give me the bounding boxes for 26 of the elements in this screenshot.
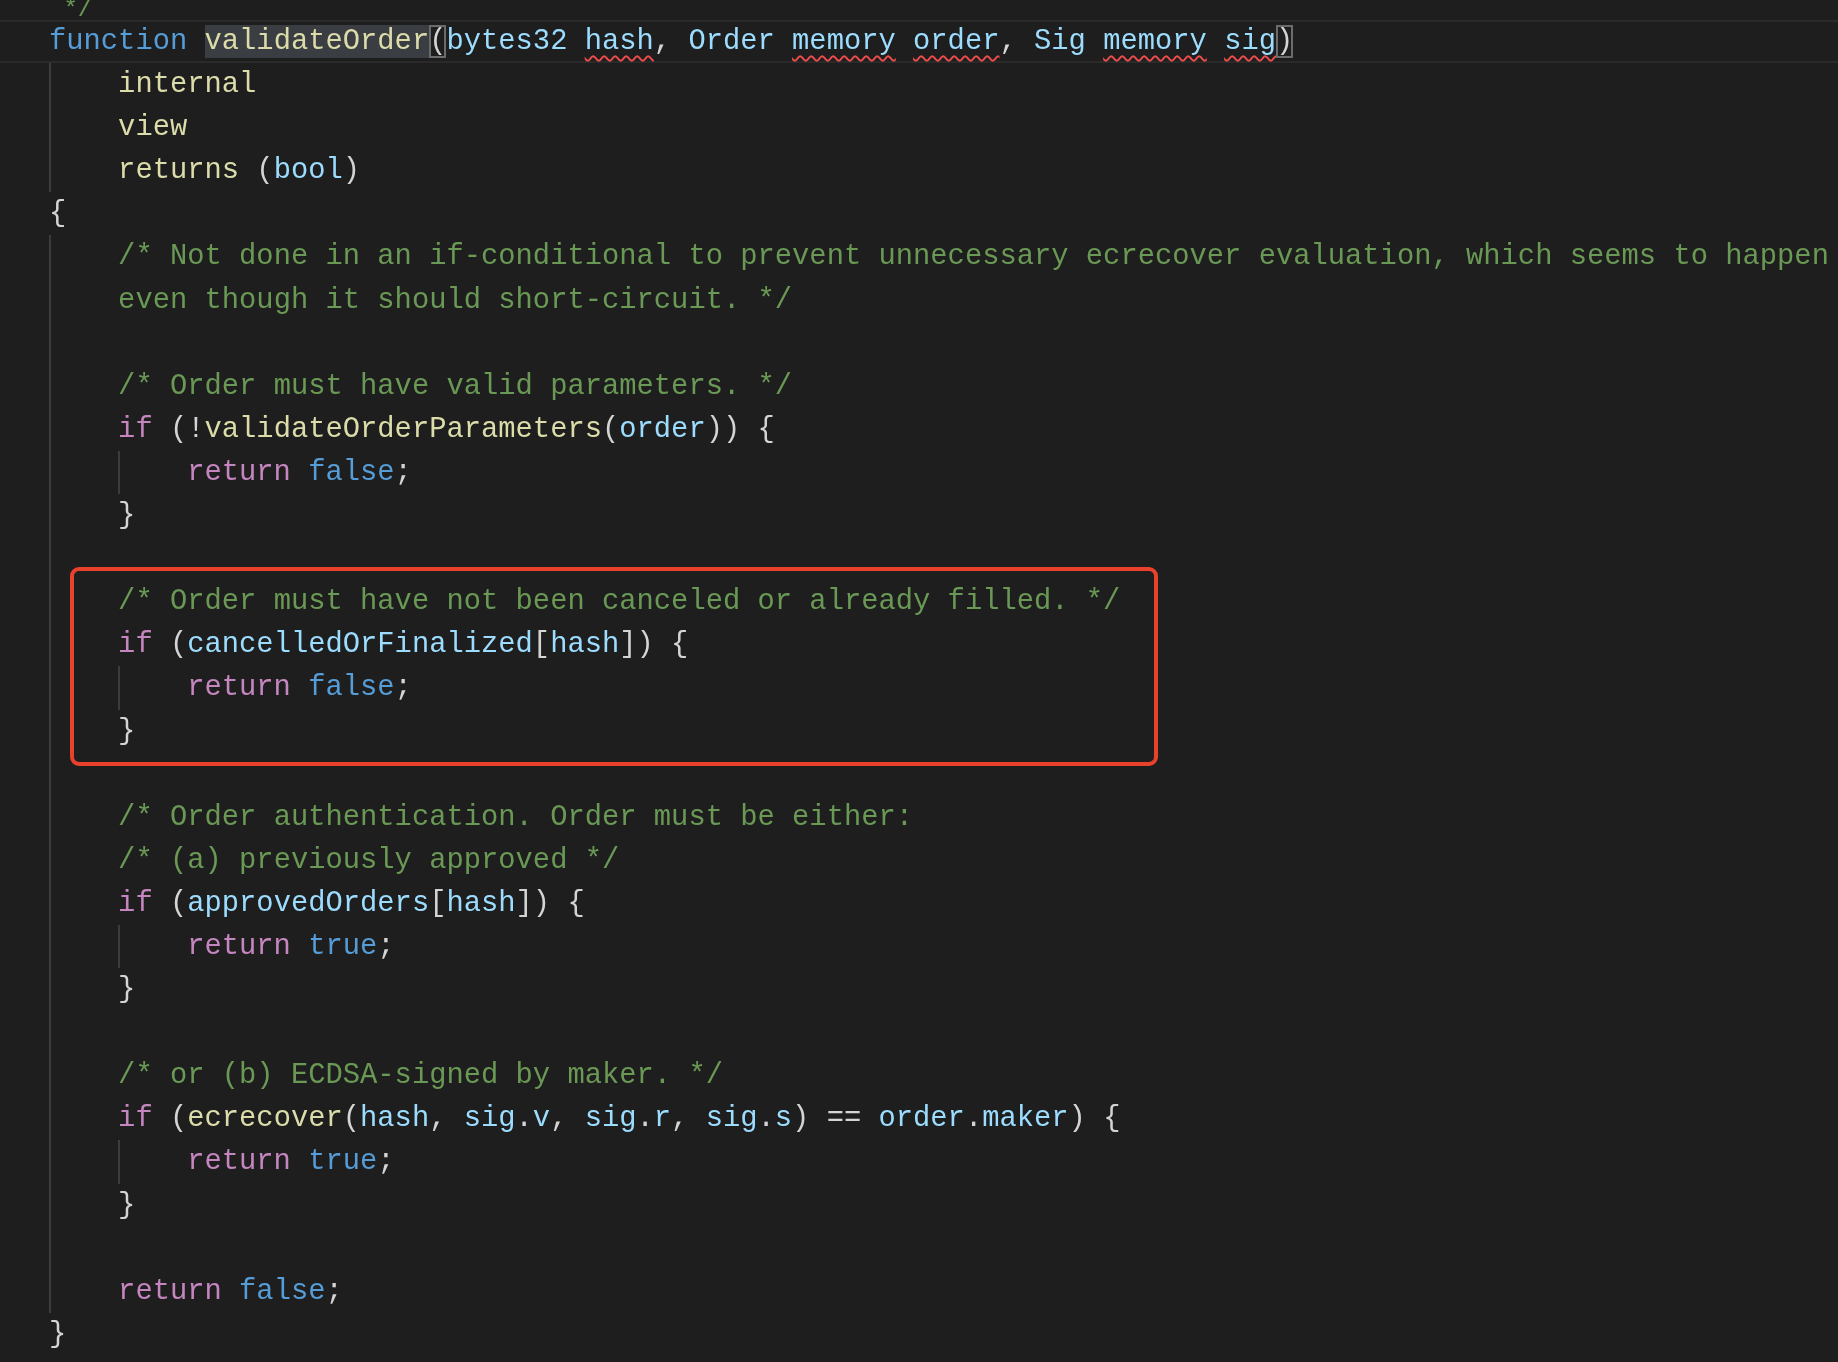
code-line: view — [118, 110, 188, 147]
code-line: return false; — [187, 454, 412, 491]
code-line: if (ecrecover(hash, sig.v, sig.r, sig.s) == order.maker) { — [118, 1101, 1121, 1138]
code-line: } — [118, 713, 136, 750]
code-line: if (cancelledOrFinalized[hash]) { — [118, 627, 689, 664]
code-line: /* Order must have valid parameters. */ — [118, 368, 793, 405]
code-line: /* Order must have not been canceled or already filled. */ — [118, 584, 1121, 621]
code-line: if (!validateOrderParameters(order)) { — [118, 411, 775, 448]
code-line: return true; — [187, 1144, 395, 1181]
code-line: return true; — [187, 928, 395, 965]
code-line: internal — [118, 67, 257, 104]
code-line: /* Order authentication. Order must be either: — [118, 799, 914, 836]
code-line: } — [118, 972, 136, 1009]
code-line: } — [49, 1316, 67, 1353]
code-line: return false; — [118, 1273, 343, 1310]
code-line: returns (bool) — [118, 153, 361, 190]
code-line: { — [49, 196, 67, 233]
code-line: even though it should short-circuit. */ — [118, 282, 793, 319]
code-line: /* or (b) ECDSA-signed by maker. */ — [118, 1058, 723, 1095]
code-line: if (approvedOrders[hash]) { — [118, 885, 585, 922]
code-line: /* Not done in an if-conditional to prevent unnecessary ecrecover evaluation, which seems to happen — [118, 239, 1829, 276]
code-line: return false; — [187, 670, 412, 707]
code-line: } — [118, 1187, 136, 1224]
code-line: function validateOrder(bytes32 hash, Order memory order, Sig memory sig) — [49, 24, 1294, 60]
code-line: } — [118, 498, 136, 535]
code-line: /* (a) previously approved */ — [118, 842, 620, 879]
